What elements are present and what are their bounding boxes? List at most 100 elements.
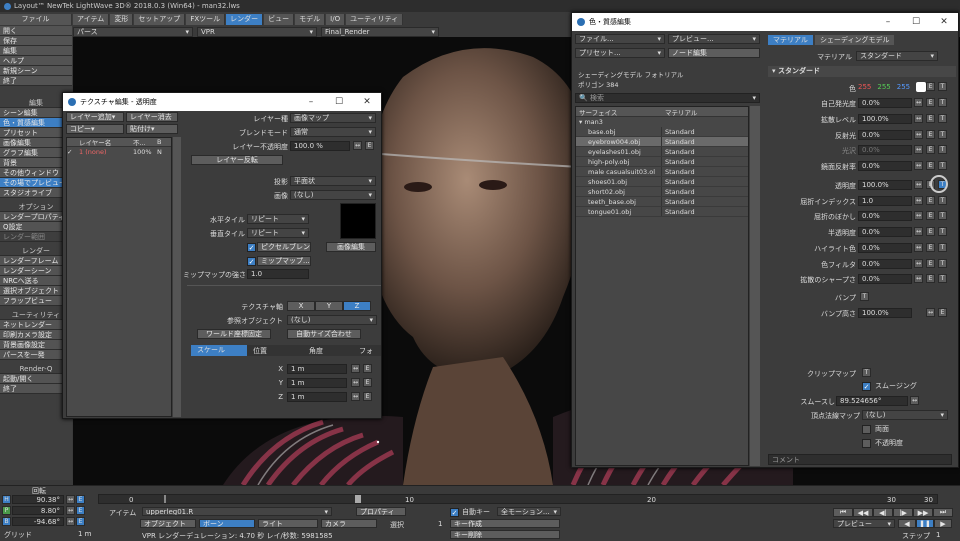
last-frame-button[interactable]: ⏭	[933, 508, 953, 517]
prop-field-9[interactable]: 0.0%	[858, 243, 912, 253]
tab-model[interactable]: モデル	[295, 13, 326, 25]
scale-z-envelope-icon[interactable]: ↔	[351, 392, 360, 401]
tab-render[interactable]: レンダー	[226, 13, 264, 25]
scale-z-field[interactable]: 1 m	[287, 392, 347, 402]
tab-utilities[interactable]: ユーティリティ	[346, 13, 404, 25]
tab-setup[interactable]: セットアップ	[134, 13, 186, 25]
prop-field-0[interactable]: 0.0%	[858, 98, 912, 108]
file-dropdown[interactable]: ファイル...	[575, 34, 665, 44]
prop-envelope-icon[interactable]: ↔	[914, 243, 923, 252]
blend-mode-dropdown[interactable]: 通常	[290, 127, 376, 137]
prop-e-button[interactable]: E	[926, 259, 935, 268]
search-field[interactable]: 🔍 検索 ▾	[575, 93, 760, 103]
tab-view[interactable]: ビュー	[264, 13, 295, 25]
scale-y-e-button[interactable]: E	[363, 378, 372, 387]
p-envelope-icon[interactable]: ↔	[66, 506, 75, 515]
pixel-blend-checkbox[interactable]: ✓	[247, 242, 256, 252]
auto-key-checkbox[interactable]: ✓	[450, 507, 459, 517]
sidebar-help[interactable]: ヘルプ	[0, 56, 72, 66]
invert-layer-button[interactable]: レイヤー反転	[191, 155, 283, 165]
prop-field-4[interactable]: 0.0%	[858, 161, 912, 171]
bump-envelope-icon[interactable]: ↔	[926, 308, 935, 317]
color-field[interactable]: 255 255 255	[858, 82, 927, 92]
clip-t-button[interactable]: T	[862, 368, 871, 377]
minimize-icon[interactable]: –	[874, 17, 902, 27]
scale-x-field[interactable]: 1 m	[287, 364, 347, 374]
timeline-marker[interactable]	[164, 495, 166, 503]
tab-position[interactable]: 位置	[247, 346, 303, 356]
bone-mode-button[interactable]: ボーン	[199, 519, 255, 528]
prop-e-button[interactable]: E	[926, 161, 935, 170]
bump-height-field[interactable]: 100.0%	[858, 308, 912, 318]
h-envelope-icon[interactable]: ↔	[66, 495, 75, 504]
current-item-dropdown[interactable]: upperleg01.R	[142, 507, 332, 516]
layer-row[interactable]: ✓ 1 (none) 100% N	[67, 147, 171, 157]
surface-row[interactable]: male casualsuit03.ol Standard	[576, 167, 748, 177]
timeline-scrubber[interactable]	[355, 495, 361, 503]
tab-material[interactable]: マテリアル	[768, 35, 813, 45]
b-e-button[interactable]: E	[76, 517, 85, 526]
axis-y-button[interactable]: Y	[315, 301, 343, 311]
prop-field-6[interactable]: 1.0	[858, 196, 912, 206]
light-mode-button[interactable]: ライト	[258, 519, 318, 528]
prop-e-button[interactable]: E	[926, 227, 935, 236]
mipmap-checkbox[interactable]: ✓	[247, 256, 256, 266]
material-dropdown[interactable]: スタンダード	[856, 51, 938, 61]
auto-size-button[interactable]: 自動サイズ合わせ	[287, 329, 361, 339]
comment-field[interactable]: コメント	[768, 454, 952, 465]
tab-shading-model[interactable]: シェーディングモデル	[814, 35, 895, 45]
prop-t-button[interactable]: T	[938, 145, 947, 154]
view-type-dropdown[interactable]: パース	[73, 26, 193, 37]
surface-row[interactable]: eyelashes01.obj Standard	[576, 147, 748, 157]
tab-io[interactable]: I/O	[326, 13, 346, 25]
reference-object-dropdown[interactable]: (なし)	[287, 315, 377, 325]
close-icon[interactable]: ✕	[930, 17, 958, 27]
prev-frame-button[interactable]: ◀|	[873, 508, 893, 517]
prop-t-button[interactable]: T	[938, 259, 947, 268]
camera-dropdown[interactable]: Final_Render	[321, 26, 439, 37]
tab-fx[interactable]: FXツール	[186, 13, 226, 25]
scale-y-envelope-icon[interactable]: ↔	[351, 378, 360, 387]
prop-t-button[interactable]: T	[938, 114, 947, 123]
prop-envelope-icon[interactable]: ↔	[914, 114, 923, 123]
prop-field-8[interactable]: 0.0%	[858, 227, 912, 237]
image-dropdown[interactable]: (なし)	[290, 190, 376, 200]
b-channel-icon[interactable]: B	[2, 517, 11, 526]
prop-e-button[interactable]: E	[926, 243, 935, 252]
bump-e-button[interactable]: E	[938, 308, 947, 317]
prop-envelope-icon[interactable]: ↔	[914, 130, 923, 139]
p-channel-icon[interactable]: P	[2, 506, 11, 515]
check-icon[interactable]: ✓	[67, 148, 75, 156]
prop-field-7[interactable]: 0.0%	[858, 211, 912, 221]
surface-row[interactable]: short02.obj Standard	[576, 187, 748, 197]
prop-envelope-icon[interactable]: ↔	[914, 180, 923, 189]
prop-envelope-icon[interactable]: ↔	[914, 98, 923, 107]
prop-t-button[interactable]: T	[938, 98, 947, 107]
prop-envelope-icon[interactable]: ↔	[914, 161, 923, 170]
prop-envelope-icon[interactable]: ↔	[914, 196, 923, 205]
b-envelope-icon[interactable]: ↔	[66, 517, 75, 526]
prop-t-button[interactable]: T	[938, 227, 947, 236]
prop-t-button[interactable]: T	[938, 211, 947, 220]
sidebar-new-scene[interactable]: 新規シーン	[0, 66, 72, 76]
smoothing-checkbox[interactable]: ✓	[862, 381, 871, 391]
surface-row[interactable]: eyebrow004.obj Standard	[576, 137, 748, 147]
first-frame-button[interactable]: ⏮	[833, 508, 853, 517]
bank-field[interactable]: -94.68°	[12, 517, 64, 526]
add-layer-button[interactable]: レイヤー追加 ▾	[66, 112, 124, 122]
minimize-icon[interactable]: –	[297, 97, 325, 107]
prev-key-button[interactable]: ◀◀	[853, 508, 873, 517]
remove-layer-button[interactable]: レイヤー消去	[126, 112, 178, 122]
timeline[interactable]: 0 10 20 30 30	[98, 494, 938, 504]
surface-list[interactable]: サーフェイス マテリアル ▾ man3 base.obj Standard eyeb…	[575, 106, 749, 466]
scale-z-e-button[interactable]: E	[363, 392, 372, 401]
prop-envelope-icon[interactable]: ↔	[914, 145, 923, 154]
maximize-icon[interactable]: ☐	[902, 17, 930, 27]
prop-field-10[interactable]: 0.0%	[858, 259, 912, 269]
projection-dropdown[interactable]: 平面状	[290, 176, 376, 186]
heading-field[interactable]: 90.38°	[12, 495, 64, 504]
auto-key-mode-dropdown[interactable]: 全モーション...	[497, 507, 561, 516]
object-mode-button[interactable]: オブジェクト	[140, 519, 196, 528]
surface-row[interactable]: teeth_base.obj Standard	[576, 197, 748, 207]
layer-list[interactable]: レイヤー名 不... B ✓ 1 (none) 100% N	[66, 137, 172, 417]
